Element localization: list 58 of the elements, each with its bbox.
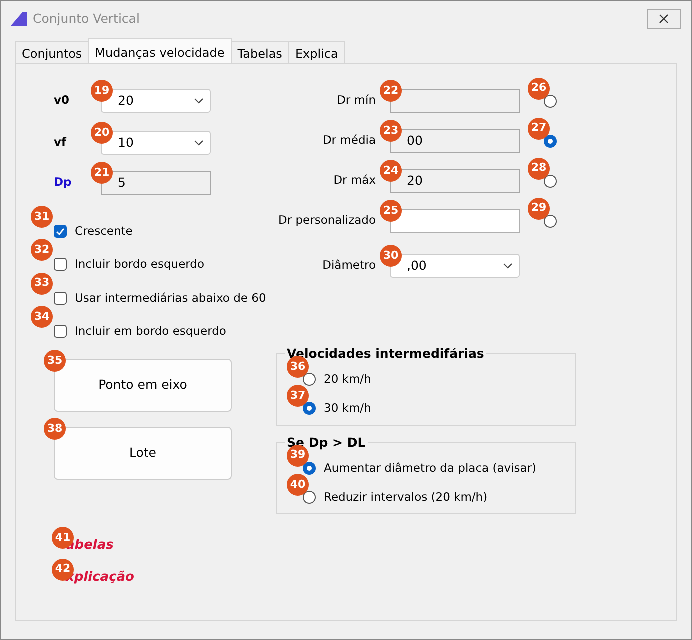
callout-badge: 34: [31, 306, 53, 328]
callout-badge: 23: [380, 120, 402, 142]
callout-badge: 33: [31, 272, 53, 294]
field-label: vf: [54, 134, 68, 152]
close-button[interactable]: [647, 9, 681, 29]
callout-badge: 30: [380, 245, 402, 267]
callout-badge: 27: [528, 118, 550, 140]
tab[interactable]: Conjuntos: [15, 41, 90, 63]
window-title: Conjunto Vertical: [33, 10, 140, 28]
radio-label: 20 km/h: [324, 371, 372, 388]
radio-label: Aumentar diâmetro da placa (avisar): [324, 460, 537, 476]
field-label: Dp: [54, 174, 73, 192]
callout-badge: 20: [91, 122, 113, 144]
callout-badge: 29: [528, 198, 550, 220]
callout-badge: 24: [380, 160, 402, 182]
field-label: Diâmetro: [322, 257, 376, 274]
radio-button[interactable]: [303, 462, 316, 475]
checkbox[interactable]: [54, 225, 67, 238]
checkbox[interactable]: [54, 324, 67, 338]
callout-badge: 32: [31, 239, 53, 262]
dropdown-caret-icon: [503, 263, 513, 269]
radio-button[interactable]: [544, 214, 557, 228]
checkbox[interactable]: [54, 258, 67, 272]
tab[interactable]: Explica: [288, 41, 346, 63]
callout-badge: 19: [91, 80, 113, 102]
dropdown-caret-icon: [194, 98, 204, 104]
radio-button[interactable]: [544, 134, 557, 148]
callout-badge: 31: [31, 206, 53, 228]
field-label: Dr média: [322, 132, 376, 150]
tab[interactable]: Mudanças velocidade: [88, 38, 232, 63]
callout-badge: 22: [380, 80, 402, 102]
callout-badge: 26: [528, 78, 550, 100]
callout-badge: 38: [44, 418, 66, 440]
callout-badge: 40: [287, 474, 309, 496]
app-logo-icon: [11, 12, 27, 26]
field-label: Dr personalizado: [277, 212, 376, 230]
radio-label: Reduzir intervalos (20 km/h): [324, 488, 488, 506]
callout-badge: 35: [44, 350, 66, 372]
checkbox-label: Crescente: [75, 223, 133, 240]
callout-badge: 21: [91, 162, 113, 184]
radio-button[interactable]: [544, 174, 557, 188]
radio-button[interactable]: [303, 373, 316, 386]
checkbox-label: Incluir bordo esquerdo: [75, 256, 205, 274]
field-label: Dr mín: [336, 92, 376, 110]
radio-button[interactable]: [303, 490, 316, 504]
callout-badge: 28: [528, 158, 550, 180]
radio-button[interactable]: [544, 94, 557, 108]
field-label: Dr máx: [332, 172, 376, 190]
close-icon: [659, 14, 669, 24]
radio-button[interactable]: [303, 402, 316, 416]
callout-badge: 37: [287, 385, 309, 408]
checkbox-label: Incluir em bordo esquerdo: [75, 322, 226, 340]
checkbox-label: Usar intermediárias abaixo de 60: [75, 290, 266, 306]
dropdown-caret-icon: [194, 140, 204, 146]
field-label: v0: [54, 92, 70, 110]
radio-label: 30 km/h: [324, 400, 372, 418]
callout-badge: 25: [380, 200, 402, 222]
checkbox[interactable]: [54, 292, 67, 305]
